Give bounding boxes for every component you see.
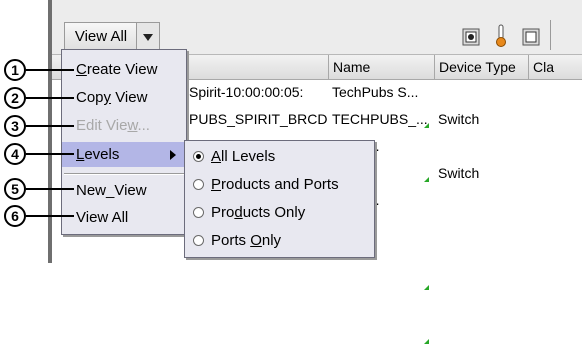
callout-5: 5 (4, 178, 26, 200)
callout-1: 1 (4, 59, 26, 81)
callout-4: 4 (4, 143, 26, 165)
submenu-item-all-levels[interactable]: All Levels (185, 144, 374, 169)
menu-mnemonic: w (127, 117, 138, 134)
callout-3: 3 (4, 115, 26, 137)
view-combo-label: View All (74, 28, 128, 45)
menu-text: evels (84, 146, 120, 163)
menu-text: Edit Vie (76, 117, 128, 134)
view-combo-box[interactable]: View All (64, 22, 160, 52)
menu-text: Cop (76, 89, 104, 106)
menu-text: nly (261, 232, 282, 249)
submenu-item-ports-only[interactable]: Ports Only (185, 228, 374, 253)
row-label: PUBS_SPIRIT_BRCD (189, 111, 327, 127)
callout-leader-line (26, 97, 74, 99)
menu-text: ... (137, 117, 150, 134)
radio-icon (193, 235, 204, 246)
callout-leader-line (26, 125, 74, 127)
menu-text: Pro (211, 204, 235, 221)
callout-6: 6 (4, 205, 26, 227)
submenu-item-products-only[interactable]: Products Only (185, 200, 374, 225)
column-header-device-type[interactable]: Device Type (434, 55, 528, 79)
cell-marker-icon (424, 285, 429, 290)
menu-item-new-view[interactable]: New_View (62, 178, 186, 203)
menu-text: ucts Only (242, 204, 306, 221)
callout-leader-line (26, 69, 74, 71)
menu-mnemonic: y (103, 89, 112, 106)
radio-icon (193, 179, 204, 190)
radio-icon (193, 207, 204, 218)
row-device-type: Switch (438, 165, 480, 181)
menu-text: reate View (86, 61, 158, 78)
combo-dropdown-button[interactable] (136, 23, 159, 51)
menu-text: ll Levels (221, 148, 276, 165)
row-name: TECHPUBS_... (332, 111, 428, 127)
submenu-arrow-icon (170, 150, 176, 160)
toolbar: View All (52, 8, 582, 52)
radio-selected-icon (193, 151, 204, 162)
submenu-item-products-and-ports[interactable]: Products and Ports (185, 172, 374, 197)
levels-submenu: All Levels Products and Ports Products O… (184, 140, 375, 258)
row-device-type: Switch (438, 111, 480, 127)
column-header-class[interactable]: Cla (528, 55, 582, 79)
menu-text: roducts and Ports (221, 176, 339, 193)
menu-item-view-all[interactable]: View All (62, 205, 186, 230)
menu-item-levels[interactable]: Levels (62, 142, 186, 167)
menu-separator (64, 173, 184, 175)
record-icon[interactable] (462, 28, 480, 46)
menu-text: Ports (211, 232, 251, 249)
menu-mnemonic: A (211, 148, 222, 165)
cell-marker-icon (424, 339, 429, 344)
menu-item-copy-view[interactable]: Copy View (62, 85, 186, 110)
callout-leader-line (26, 153, 74, 155)
column-header-name[interactable]: Name (328, 55, 434, 79)
menu-item-edit-view[interactable]: Edit View... (62, 113, 186, 138)
view-menu: Create View Copy View Edit View... Level… (61, 49, 187, 235)
chevron-down-icon (143, 34, 153, 41)
thermometer-icon[interactable] (492, 24, 510, 48)
window-icon[interactable] (522, 28, 540, 46)
callout-leader-line (26, 215, 74, 217)
row-device-type (438, 79, 528, 106)
menu-item-create-view[interactable]: Create View (62, 57, 186, 82)
row-name: TechPubs S... (332, 84, 419, 100)
callout-2: 2 (4, 87, 26, 109)
menu-text: View (111, 89, 148, 106)
callout-leader-line (26, 188, 74, 190)
menu-mnemonic: O (250, 232, 262, 249)
menu-mnemonic: d (234, 204, 243, 221)
menu-mnemonic: P (211, 176, 222, 193)
menu-mnemonic: C (76, 61, 87, 78)
toolbar-divider (550, 20, 582, 50)
row-label: Spirit-10:00:00:05: (189, 84, 304, 100)
